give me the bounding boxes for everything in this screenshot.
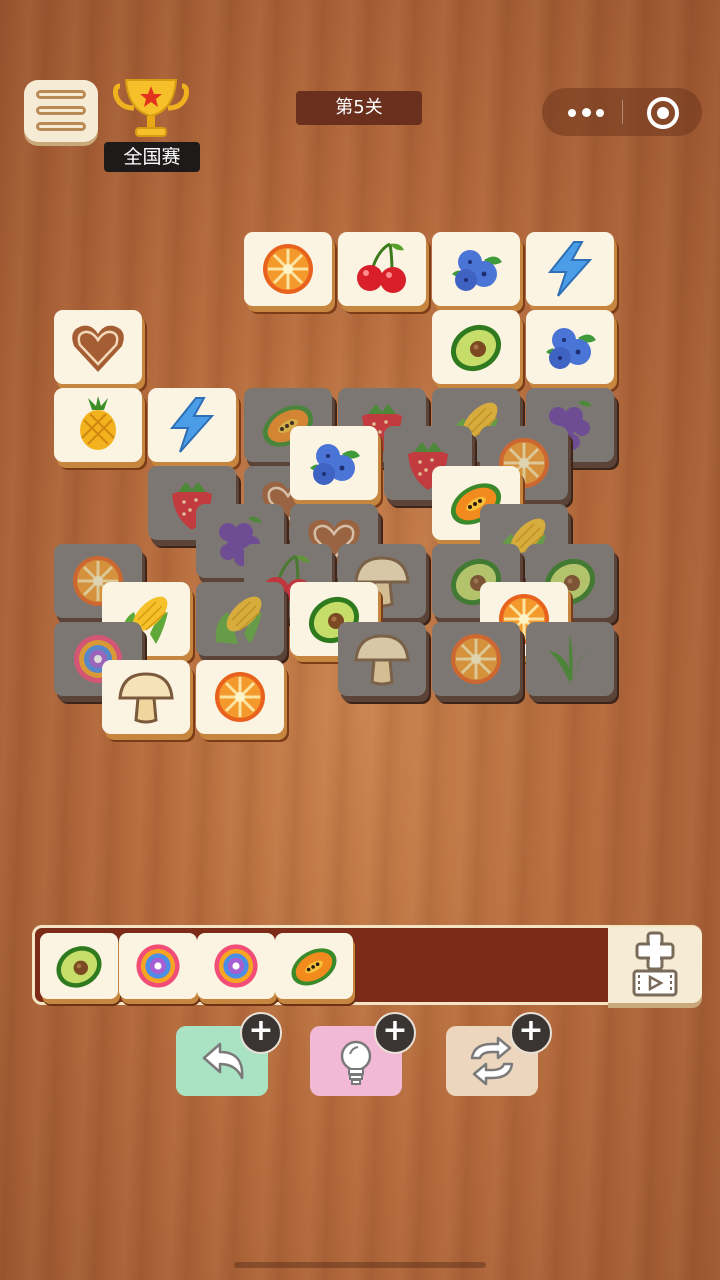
add-slot-button[interactable] <box>608 927 702 1003</box>
trophy-icon[interactable] <box>112 76 190 140</box>
tile-cherry[interactable] <box>338 232 426 306</box>
candy-icon <box>214 944 258 988</box>
tile-lightning[interactable] <box>148 388 236 462</box>
blueberry-icon <box>310 444 360 485</box>
tile-herb[interactable] <box>526 622 614 696</box>
tile-mushroom[interactable] <box>102 660 190 734</box>
cherry-icon <box>357 242 406 293</box>
lightning-icon <box>547 241 593 297</box>
mushroom-icon <box>118 672 174 724</box>
orange-icon <box>263 244 313 294</box>
tile-orange[interactable] <box>432 622 520 696</box>
undo-button[interactable]: + <box>176 1012 282 1096</box>
hint-button[interactable]: + <box>310 1012 416 1096</box>
avocado-icon <box>56 946 102 988</box>
blueberry-icon <box>452 250 502 291</box>
avocado-icon <box>450 324 502 372</box>
trophy-label[interactable]: 全国赛 <box>104 142 200 172</box>
corn-icon <box>215 596 262 644</box>
blueberry-icon <box>546 328 596 369</box>
add-video-icon <box>632 931 678 997</box>
tile-blueberry[interactable] <box>290 426 378 500</box>
tile-corn[interactable] <box>196 582 284 656</box>
undo-plus-badge[interactable]: + <box>240 1012 282 1054</box>
orange-icon <box>451 634 501 684</box>
orange-icon <box>215 672 265 722</box>
menu-line <box>36 122 86 131</box>
papaya-icon <box>291 948 337 986</box>
tile-blueberry[interactable] <box>432 232 520 306</box>
heart-cookie-icon <box>72 325 124 372</box>
shuffle-plus-badge[interactable]: + <box>510 1012 552 1054</box>
menu-button[interactable] <box>24 80 98 142</box>
capsule-divider <box>622 100 623 124</box>
herb-icon <box>548 634 592 684</box>
tile-pineapple[interactable] <box>54 388 142 462</box>
tile-tray <box>32 925 702 1005</box>
tile-orange[interactable] <box>196 660 284 734</box>
tile-heart-cookie[interactable] <box>54 310 142 384</box>
home-indicator <box>234 1262 486 1268</box>
lightbulb-icon <box>340 1040 372 1085</box>
pineapple-icon <box>80 396 116 450</box>
tile-orange[interactable] <box>244 232 332 306</box>
lightning-icon <box>169 397 215 453</box>
tile-mushroom[interactable] <box>338 622 426 696</box>
level-title: 第5关 <box>296 91 422 125</box>
tray-tile-papaya <box>275 933 353 999</box>
shuffle-button[interactable]: + <box>446 1012 552 1096</box>
mini-program-capsule <box>542 88 702 136</box>
shuffle-icon <box>470 1036 514 1086</box>
hint-plus-badge[interactable]: + <box>374 1012 416 1054</box>
undo-arrow-icon <box>202 1042 244 1080</box>
tray-tile-candy <box>119 933 197 999</box>
menu-line <box>36 106 86 115</box>
tile-lightning[interactable] <box>526 232 614 306</box>
more-dots-icon[interactable] <box>560 88 610 136</box>
tile-blueberry[interactable] <box>526 310 614 384</box>
target-icon[interactable] <box>647 97 679 129</box>
tile-avocado[interactable] <box>432 310 520 384</box>
mushroom-icon <box>354 634 410 686</box>
menu-list-icon <box>36 90 86 99</box>
tray-tile-candy <box>197 933 275 999</box>
candy-icon <box>136 944 180 988</box>
tray-tile-avocado <box>40 933 118 999</box>
